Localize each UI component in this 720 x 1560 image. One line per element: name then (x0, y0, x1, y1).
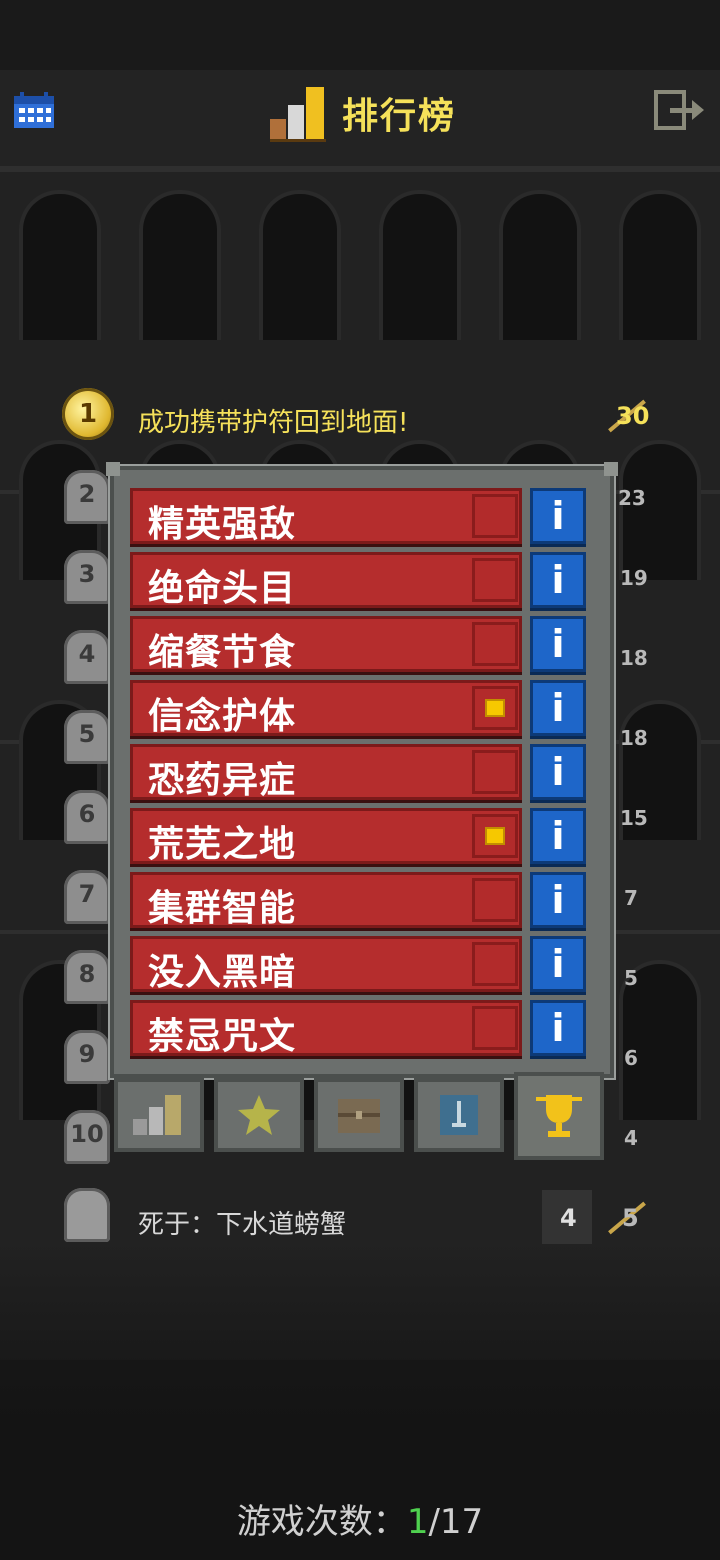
arch-row (0, 190, 720, 340)
death-description: 死于：下水道螃蟹 (138, 1210, 347, 1240)
challenge-row[interactable]: 恐药异症 (130, 744, 522, 801)
challenge-label: 缩餐节食 (148, 632, 297, 673)
challenges-popup: 精英强敌 i 绝命头目 i 缩餐节食 i 信念护体 i 恐药异症 i 荒芜之地 … (106, 462, 618, 1078)
popup-tab-bar (110, 1072, 614, 1160)
calendar-icon (14, 92, 54, 128)
info-button[interactable]: i (530, 808, 586, 864)
title-group: 排行榜 (268, 78, 456, 148)
info-button[interactable]: i (530, 616, 586, 672)
challenge-checkbox[interactable] (472, 750, 518, 794)
bar-chart-icon (268, 83, 328, 143)
rank-row-1[interactable]: 1 成功携带护符回到地面! 30 (0, 386, 720, 446)
tab-badges[interactable] (214, 1078, 304, 1152)
challenge-label: 精英强敌 (148, 504, 297, 545)
challenge-checkbox-checked[interactable] (472, 686, 518, 730)
tombstone-rank: 6 (64, 790, 110, 844)
gold-medal-icon: 1 (62, 388, 114, 440)
side-score: 5 (624, 966, 638, 990)
challenge-label: 没入黑暗 (148, 952, 297, 993)
rank-row-last[interactable]: 死于：下水道螃蟹 4 5 (0, 1188, 720, 1248)
tombstone-rank: 4 (64, 630, 110, 684)
bar-chart-icon (114, 1078, 204, 1152)
side-score: 4 (624, 1126, 638, 1150)
trophy-icon (514, 1072, 604, 1160)
challenge-checkbox[interactable] (472, 558, 518, 602)
info-icon: i (551, 878, 565, 922)
exit-icon (654, 90, 704, 130)
info-button[interactable]: i (530, 872, 586, 928)
challenge-label: 恐药异症 (148, 760, 297, 801)
exit-button[interactable] (652, 88, 708, 132)
info-button[interactable]: i (530, 488, 586, 544)
challenge-checkbox[interactable] (472, 942, 518, 986)
tombstone-rank: 7 (64, 870, 110, 924)
challenge-label: 信念护体 (148, 696, 297, 737)
games-played-label: 游戏次数： (236, 1502, 407, 1542)
challenge-label: 绝命头目 (148, 568, 297, 609)
info-icon: i (551, 494, 565, 538)
side-score: 7 (624, 886, 638, 910)
tombstone-rank: 5 (64, 710, 110, 764)
total-pages: /17 (428, 1502, 484, 1542)
info-icon: i (551, 942, 565, 986)
current-page: 1 (406, 1502, 429, 1542)
tab-challenges[interactable] (514, 1072, 604, 1160)
side-score: 18 (620, 726, 648, 750)
side-score: 15 (620, 806, 648, 830)
tombstone-rank: 2 (64, 470, 110, 524)
challenge-row[interactable]: 禁忌咒文 (130, 1000, 522, 1057)
tombstone-rank: 8 (64, 950, 110, 1004)
challenge-row[interactable]: 集群智能 (130, 872, 522, 929)
info-button[interactable]: i (530, 936, 586, 992)
challenge-checkbox[interactable] (472, 622, 518, 666)
depth-stairs-icon: 4 (542, 1190, 592, 1244)
calendar-button[interactable] (12, 90, 56, 130)
info-button[interactable]: i (530, 1000, 586, 1056)
challenge-label: 禁忌咒文 (148, 1016, 297, 1057)
challenge-row[interactable]: 没入黑暗 (130, 936, 522, 993)
games-played-counter: 游戏次数：1/17 (0, 1494, 720, 1543)
tab-journal[interactable] (314, 1078, 404, 1152)
challenge-checkbox[interactable] (472, 1006, 518, 1050)
side-score: 19 (620, 566, 648, 590)
sword-badge-icon (414, 1078, 504, 1152)
info-icon: i (551, 1006, 565, 1050)
info-icon: i (551, 750, 565, 794)
challenge-row[interactable]: 精英强敌 (130, 488, 522, 545)
side-score: 6 (624, 1046, 638, 1070)
record-score: 30 (616, 402, 650, 430)
record-description: 成功携带护符回到地面! (138, 408, 409, 438)
challenge-row[interactable]: 绝命头目 (130, 552, 522, 609)
info-icon: i (551, 814, 565, 858)
info-icon: i (551, 558, 565, 602)
tombstone-rank: 10 (64, 1110, 110, 1164)
star-icon (214, 1078, 304, 1152)
header-bar: 排行榜 (0, 70, 720, 172)
challenge-row[interactable]: 缩餐节食 (130, 616, 522, 673)
grave-icon (64, 1188, 110, 1242)
tombstone-rank: 9 (64, 1030, 110, 1084)
info-button[interactable]: i (530, 552, 586, 608)
challenge-row[interactable]: 荒芜之地 (130, 808, 522, 865)
info-button[interactable]: i (530, 680, 586, 736)
tab-rankings[interactable] (114, 1078, 204, 1152)
side-score: 18 (620, 646, 648, 670)
info-button[interactable]: i (530, 744, 586, 800)
side-score: 23 (618, 486, 646, 510)
chest-icon (314, 1078, 404, 1152)
challenge-label: 集群智能 (148, 888, 297, 929)
challenge-label: 荒芜之地 (148, 824, 297, 865)
challenge-checkbox[interactable] (472, 494, 518, 538)
info-icon: i (551, 622, 565, 666)
challenge-checkbox-checked[interactable] (472, 814, 518, 858)
challenge-checkbox[interactable] (472, 878, 518, 922)
challenge-row[interactable]: 信念护体 (130, 680, 522, 737)
info-icon: i (551, 686, 565, 730)
tombstone-rank: 3 (64, 550, 110, 604)
record-score: 5 (622, 1204, 639, 1232)
page-title: 排行榜 (342, 96, 457, 137)
tab-heroes[interactable] (414, 1078, 504, 1152)
